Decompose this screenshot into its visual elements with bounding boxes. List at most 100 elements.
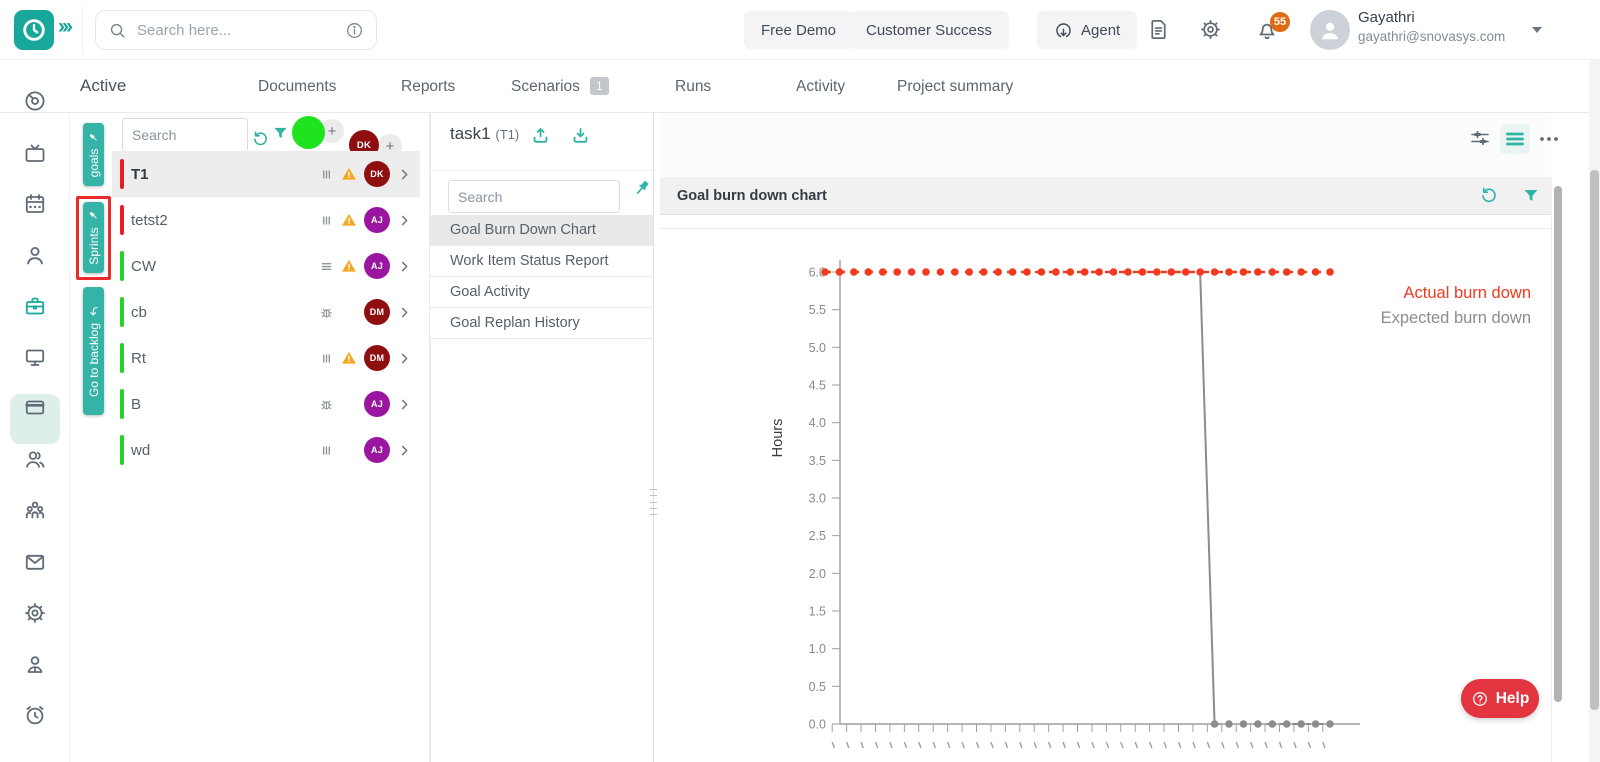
goal-row-t1[interactable]: T1 DK [112, 151, 420, 197]
svg-text:0.0: 0.0 [809, 718, 826, 732]
settings-gear-icon[interactable] [1199, 18, 1222, 41]
status-icon-bars [319, 351, 334, 366]
rail-calendar-icon[interactable] [23, 192, 47, 216]
rail-mail-icon[interactable] [23, 550, 47, 574]
legend-actual-burn-down[interactable]: Actual burn down [1381, 281, 1531, 306]
customer-success-button[interactable]: Customer Success [849, 11, 1009, 49]
chart-title: Goal burn down chart [677, 188, 827, 204]
chart-refresh-icon[interactable] [1480, 186, 1498, 204]
chevron-right-icon[interactable] [397, 305, 412, 320]
tab-project-summary[interactable]: Project summary [897, 78, 1013, 96]
svg-text:2.0: 2.0 [809, 567, 826, 581]
app-window: ››› Search here... Free Demo Customer Su… [0, 0, 1600, 762]
tab-sprints-label: Sprints [87, 227, 101, 264]
report-search-input[interactable]: Search [448, 180, 620, 213]
rail-alarm-icon[interactable] [23, 703, 47, 727]
rail-team-icon[interactable] [23, 498, 47, 522]
chevron-right-icon[interactable] [397, 351, 412, 366]
status-icon-bars [319, 167, 334, 182]
search-icon [108, 21, 127, 40]
legend-expected-burn-down[interactable]: Expected burn down [1381, 306, 1531, 331]
tab-activity[interactable]: Activity [796, 78, 845, 96]
chart-filter-funnel-icon[interactable] [1522, 187, 1540, 205]
menu-goal-burn-down-chart[interactable]: Goal Burn Down Chart [430, 215, 654, 246]
user-avatar[interactable] [1310, 10, 1350, 50]
goal-avatar[interactable]: DK [364, 161, 390, 187]
panel-splitter[interactable] [653, 113, 654, 762]
chart-scrollbar-thumb[interactable] [1554, 186, 1562, 702]
goal-row-wd[interactable]: wd AJ [112, 427, 420, 473]
goals-search-input[interactable]: Search [122, 118, 248, 152]
sliders-icon[interactable] [1468, 126, 1492, 150]
goal-row-tetst2[interactable]: tetst2 AJ [112, 197, 420, 243]
tab-documents[interactable]: Documents [258, 78, 336, 96]
rail-user-icon[interactable] [23, 243, 47, 267]
tab-go-to-backlog-vertical[interactable]: Go to backlog [83, 287, 104, 415]
status-green-dot[interactable] [292, 116, 325, 149]
goal-title: Rt [131, 350, 319, 367]
user-email: gayathri@snovasys.com [1358, 29, 1505, 44]
menu-work-item-status-report[interactable]: Work Item Status Report [430, 246, 654, 277]
rail-card-icon[interactable] [23, 395, 47, 419]
goal-report-title: task1 (T1) [450, 124, 519, 144]
chevron-right-icon[interactable] [397, 397, 412, 412]
chevron-right-icon[interactable] [397, 259, 412, 274]
tab-scenarios[interactable]: Scenarios1 [511, 78, 609, 96]
user-name: Gayathri [1358, 9, 1415, 26]
goal-title: T1 [131, 166, 319, 183]
chart-scrollbar[interactable] [1551, 177, 1564, 762]
goal-avatar[interactable]: AJ [364, 253, 390, 279]
rail-users-icon[interactable] [23, 447, 47, 471]
rail-tv-icon[interactable] [23, 142, 47, 166]
rail-gear-icon[interactable] [23, 601, 47, 625]
goal-row-b[interactable]: B AJ [112, 381, 420, 427]
goal-row-cb[interactable]: cb DM [112, 289, 420, 335]
goal-avatar[interactable]: DM [364, 299, 390, 325]
svg-text:1.0: 1.0 [809, 642, 826, 656]
menu-goal-activity[interactable]: Goal Activity [430, 277, 654, 308]
splitter-grip-handle[interactable] [649, 485, 658, 519]
goal-row-rt[interactable]: Rt DM [112, 335, 420, 381]
warning-icon [341, 257, 357, 275]
pin-panel-icon[interactable] [632, 178, 652, 198]
filter-funnel-icon[interactable] [272, 125, 289, 143]
global-search-input[interactable]: Search here... [95, 10, 377, 50]
upload-icon[interactable] [531, 126, 550, 145]
agent-button[interactable]: Agent [1037, 11, 1137, 49]
free-demo-button[interactable]: Free Demo [744, 11, 853, 49]
report-search-placeholder: Search [458, 189, 502, 205]
chevron-right-icon[interactable] [397, 213, 412, 228]
help-button[interactable]: Help [1461, 679, 1539, 718]
page-scrollbar[interactable] [1589, 60, 1600, 762]
rail-profile-icon[interactable] [23, 652, 47, 676]
tab-runs[interactable]: Runs [675, 78, 711, 96]
info-icon[interactable] [345, 21, 364, 40]
user-menu-chevron-down-icon[interactable] [1532, 27, 1542, 33]
tab-goals-vertical[interactable]: goals [83, 123, 104, 186]
rail-timer-icon[interactable] [23, 89, 47, 113]
list-view-icon[interactable] [1503, 127, 1527, 151]
rail-briefcase-icon-active[interactable] [23, 294, 47, 318]
chevron-right-icon[interactable] [397, 443, 412, 458]
app-logo[interactable] [14, 10, 54, 50]
search-placeholder: Search here... [137, 22, 335, 39]
rail-monitor-icon[interactable] [23, 345, 47, 369]
tab-sprints-vertical[interactable]: Sprints [83, 202, 104, 273]
more-horizontal-icon[interactable] [1537, 127, 1561, 151]
chevron-right-icon[interactable] [397, 167, 412, 182]
download-icon[interactable] [571, 126, 590, 145]
goal-avatar[interactable]: AJ [364, 391, 390, 417]
active-goals-dropdown[interactable]: Active [80, 76, 126, 96]
svg-text:3.0: 3.0 [809, 492, 826, 506]
page-scrollbar-thumb[interactable] [1590, 170, 1599, 710]
goal-avatar[interactable]: DM [364, 345, 390, 371]
goal-avatar[interactable]: AJ [364, 207, 390, 233]
tab-reports[interactable]: Reports [401, 78, 455, 96]
expand-sidebar-icon[interactable]: ››› [58, 15, 70, 39]
menu-goal-replan-history[interactable]: Goal Replan History [430, 308, 654, 339]
goal-avatar[interactable]: AJ [364, 437, 390, 463]
document-icon[interactable] [1147, 18, 1170, 41]
goal-row-cw[interactable]: CW AJ [112, 243, 420, 289]
back-arrow-icon [88, 305, 100, 317]
reset-filter-icon[interactable] [252, 130, 269, 148]
